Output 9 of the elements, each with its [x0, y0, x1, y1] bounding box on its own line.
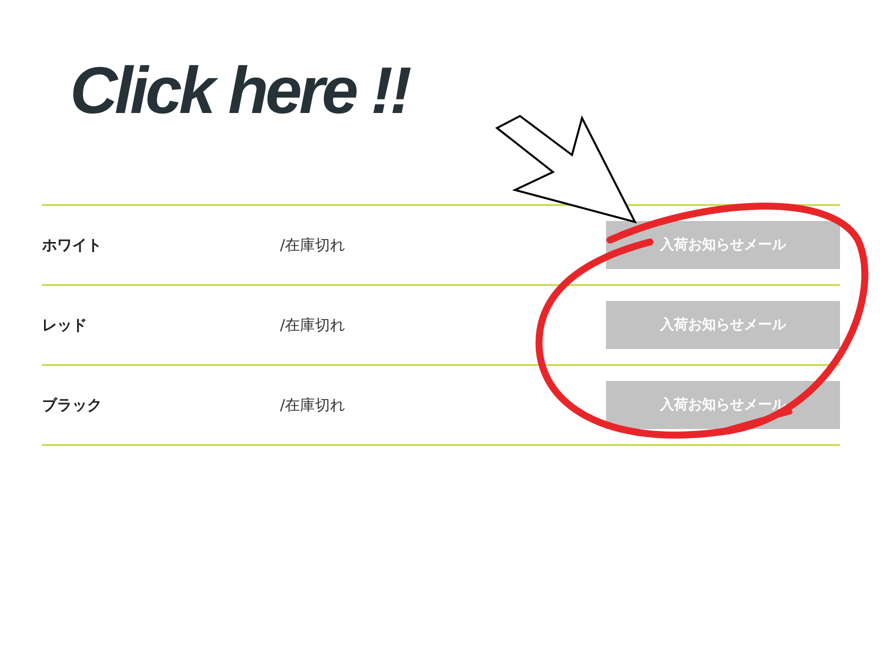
- annotation-heading: Click here !!: [70, 52, 409, 128]
- restock-mail-button[interactable]: 入荷お知らせメール: [606, 221, 840, 269]
- variant-name: ブラック: [42, 396, 103, 414]
- stock-status: /在庫切れ: [280, 316, 346, 334]
- variant-name: ホワイト: [42, 236, 103, 254]
- stock-status: /在庫切れ: [280, 396, 346, 414]
- stock-status: /在庫切れ: [280, 236, 346, 254]
- restock-mail-button[interactable]: 入荷お知らせメール: [606, 301, 840, 349]
- variant-name: レッド: [42, 316, 88, 334]
